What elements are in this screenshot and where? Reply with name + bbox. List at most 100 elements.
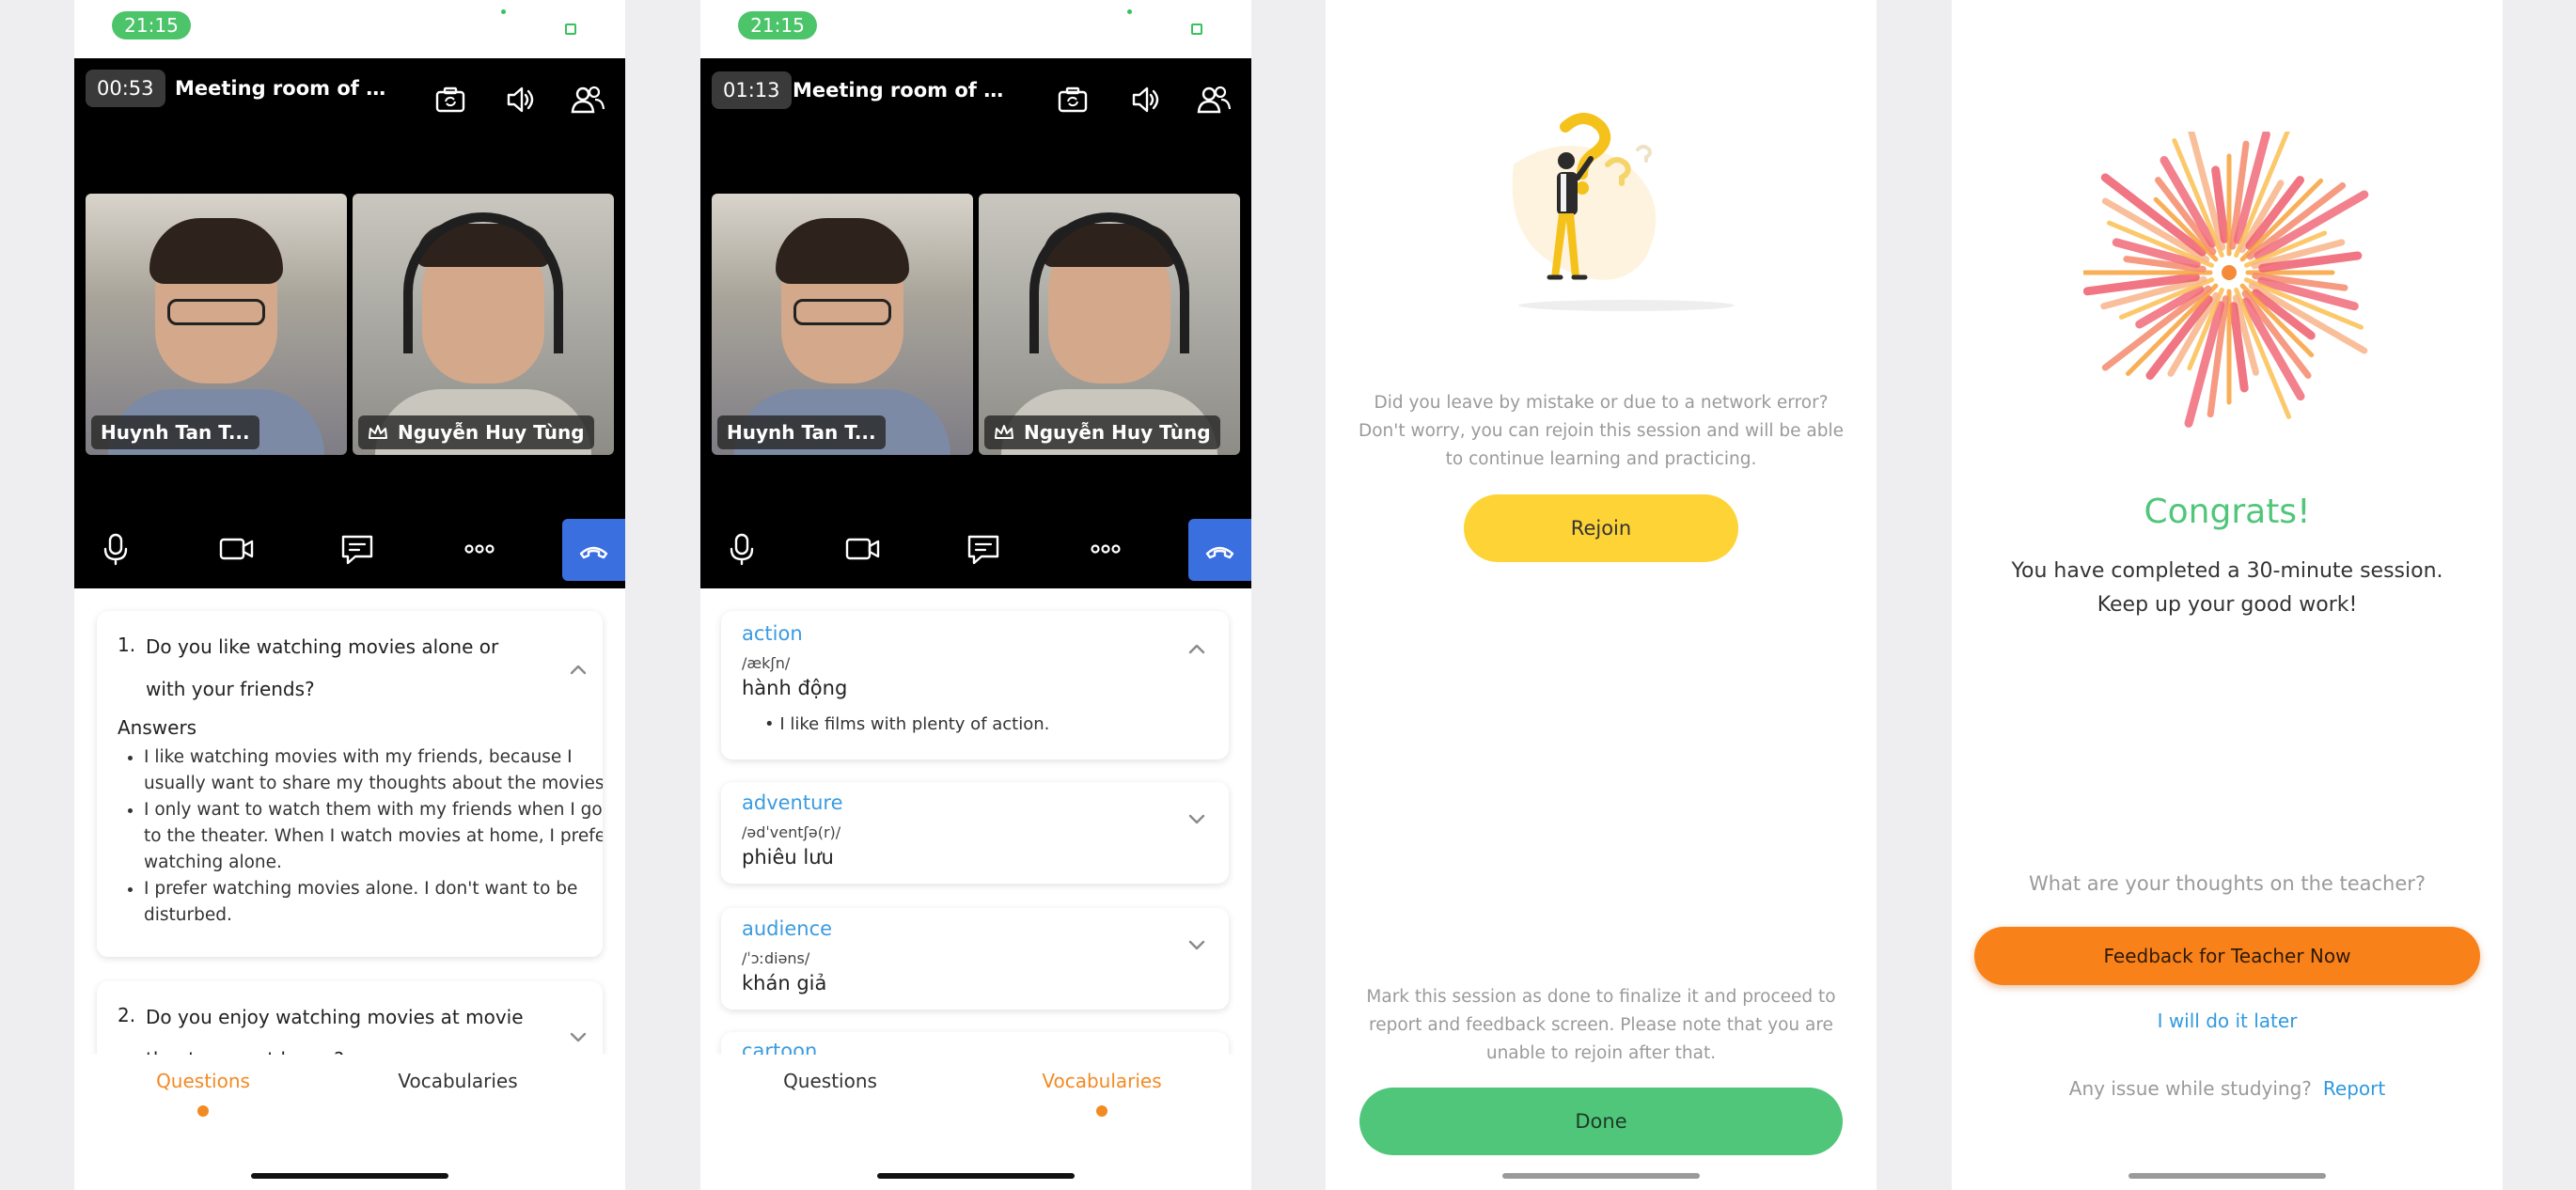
answers-title: Answers bbox=[118, 716, 197, 739]
crown-icon bbox=[994, 418, 1014, 439]
vocab-phonetic: /ədˈventʃə(r)/ bbox=[742, 823, 841, 841]
participant-video-tile: Nguyễn Huy Tùng bbox=[979, 194, 1240, 455]
question-card[interactable]: 2. Do you enjoy watching movies at movie… bbox=[97, 981, 603, 1055]
bottom-tabs: Questions Vocabularies bbox=[700, 1055, 1251, 1149]
participant-name: Nguyễn Huy Tùng bbox=[1024, 421, 1211, 444]
status-time: 21:15 bbox=[112, 11, 191, 39]
screen-left-session: Did you leave by mistake or due to a net… bbox=[1326, 0, 1877, 1190]
tab-vocabularies[interactable]: Vocabularies bbox=[1008, 1070, 1196, 1092]
status-time: 21:15 bbox=[738, 11, 817, 39]
end-call-button[interactable] bbox=[1188, 519, 1251, 581]
more-icon[interactable] bbox=[1085, 528, 1126, 570]
screen-congrats: Congrats! You have completed a 30-minute… bbox=[1952, 0, 2503, 1190]
chevron-up-icon[interactable] bbox=[1184, 635, 1210, 662]
participant-video-tile: Nguyễn Huy Tùng bbox=[353, 194, 614, 455]
call-area: 00:53 Meeting room of Huyn... Huynh Tan … bbox=[74, 58, 625, 588]
vocab-phonetic: /ˈɔːdiəns/ bbox=[742, 949, 810, 967]
video-icon[interactable] bbox=[215, 528, 257, 570]
question-text: Do you like watching movies alone or wit… bbox=[146, 635, 499, 700]
participants-icon[interactable] bbox=[569, 81, 606, 118]
participant-name-tag: Nguyễn Huy Tùng bbox=[358, 415, 594, 449]
room-title: Meeting room of Huyn... bbox=[175, 77, 387, 100]
question-card[interactable]: 1. Do you like watching movies alone or … bbox=[97, 611, 603, 957]
status-indicator-dot bbox=[1127, 9, 1132, 14]
participant-name-tag: Nguyễn Huy Tùng bbox=[984, 415, 1220, 449]
do-it-later-link[interactable]: I will do it later bbox=[1952, 1010, 2503, 1032]
microphone-icon[interactable] bbox=[95, 528, 136, 570]
speaker-icon[interactable] bbox=[501, 81, 539, 118]
vocab-word: adventure bbox=[742, 791, 843, 814]
home-indicator bbox=[251, 1173, 448, 1179]
status-indicator-dot bbox=[501, 9, 506, 14]
chat-icon[interactable] bbox=[963, 528, 1004, 570]
camera-switch-icon[interactable] bbox=[1054, 81, 1092, 118]
call-timer: 01:13 bbox=[712, 71, 792, 109]
video-icon[interactable] bbox=[841, 528, 883, 570]
vocab-word: cartoon bbox=[742, 1040, 818, 1055]
chat-icon[interactable] bbox=[337, 528, 378, 570]
vocab-meaning: phiêu lưu bbox=[742, 846, 834, 869]
chevron-down-icon[interactable] bbox=[1184, 806, 1210, 833]
participants-icon[interactable] bbox=[1195, 81, 1233, 118]
vocab-card[interactable]: action /ækʃn/ hành động • I like films w… bbox=[721, 611, 1229, 759]
speaker-icon[interactable] bbox=[1126, 81, 1164, 118]
answer-item: I only want to watch them with my friend… bbox=[144, 797, 603, 876]
participant-name-tag: Huynh Tan T... bbox=[717, 415, 886, 449]
teacher-thoughts-prompt: What are your thoughts on the teacher? bbox=[2028, 872, 2427, 895]
battery-icon bbox=[1191, 23, 1202, 35]
vocab-phonetic: /ækʃn/ bbox=[742, 654, 791, 672]
rejoin-button[interactable]: Rejoin bbox=[1464, 494, 1738, 562]
issue-row: Any issue while studying? Report bbox=[1952, 1077, 2503, 1100]
tab-questions[interactable]: Questions bbox=[736, 1070, 924, 1092]
call-area: 01:13 Meeting room of Huyn... Huynh Tan … bbox=[700, 58, 1251, 588]
chevron-up-icon[interactable] bbox=[565, 656, 591, 682]
participant-name: Huynh Tan T... bbox=[101, 421, 250, 444]
vocab-word: action bbox=[742, 622, 803, 645]
end-call-button[interactable] bbox=[562, 519, 625, 581]
end-call-icon bbox=[579, 546, 608, 559]
participant-name-tag: Huynh Tan T... bbox=[91, 415, 259, 449]
vocab-meaning: khán giả bbox=[742, 972, 827, 994]
confused-person-illustration bbox=[1476, 108, 1739, 334]
answer-item: I like watching movies with my friends, … bbox=[144, 744, 603, 797]
fireworks-illustration bbox=[2070, 118, 2375, 442]
vocab-meaning: hành động bbox=[742, 677, 848, 699]
active-tab-dot bbox=[1096, 1105, 1107, 1117]
question-number: 2. bbox=[118, 1004, 136, 1026]
vocab-card[interactable]: cartoon bbox=[721, 1032, 1229, 1055]
tab-vocabularies[interactable]: Vocabularies bbox=[364, 1070, 552, 1092]
issue-text: Any issue while studying? bbox=[2068, 1077, 2312, 1100]
more-icon[interactable] bbox=[459, 528, 500, 570]
firework-center bbox=[2222, 265, 2237, 280]
home-indicator bbox=[2128, 1173, 2326, 1179]
question-text: Do you enjoy watching movies at movie th… bbox=[146, 1006, 524, 1055]
chevron-down-icon[interactable] bbox=[565, 1025, 591, 1051]
crown-icon bbox=[368, 418, 388, 439]
screen-vocabularies: 21:15 01:13 Meeting room of Huyn... Huyn… bbox=[700, 0, 1251, 1190]
completed-message: You have completed a 30-minute session. … bbox=[2011, 559, 2443, 617]
participant-video-tile: Huynh Tan T... bbox=[712, 194, 973, 455]
done-message: Mark this session as done to finalize it… bbox=[1366, 987, 1836, 1063]
report-link[interactable]: Report bbox=[2323, 1077, 2385, 1100]
microphone-icon[interactable] bbox=[721, 528, 762, 570]
answers-list: I like watching movies with my friends, … bbox=[118, 744, 603, 929]
question-number: 1. bbox=[118, 634, 136, 656]
rejoin-message: Did you leave by mistake or due to a net… bbox=[1358, 393, 1845, 469]
answer-item: I prefer watching movies alone. I don't … bbox=[144, 876, 603, 929]
battery-icon bbox=[565, 23, 576, 35]
participant-name: Nguyễn Huy Tùng bbox=[398, 421, 585, 444]
bottom-tabs: Questions Vocabularies bbox=[74, 1055, 625, 1149]
vocab-word: audience bbox=[742, 917, 833, 940]
end-call-icon bbox=[1205, 546, 1234, 559]
room-title: Meeting room of Huyn... bbox=[793, 79, 1005, 102]
done-button[interactable]: Done bbox=[1359, 1088, 1843, 1155]
vocab-example: • I like films with plenty of action. bbox=[764, 714, 1050, 734]
vocab-card[interactable]: audience /ˈɔːdiəns/ khán giả bbox=[721, 908, 1229, 1010]
vocab-card[interactable]: adventure /ədˈventʃə(r)/ phiêu lưu bbox=[721, 782, 1229, 884]
chevron-down-icon[interactable] bbox=[1184, 932, 1210, 959]
participant-name: Huynh Tan T... bbox=[727, 421, 876, 444]
congrats-title: Congrats! bbox=[2144, 493, 2311, 531]
tab-questions[interactable]: Questions bbox=[109, 1070, 297, 1092]
feedback-teacher-button[interactable]: Feedback for Teacher Now bbox=[1974, 927, 2480, 985]
camera-switch-icon[interactable] bbox=[432, 81, 469, 118]
